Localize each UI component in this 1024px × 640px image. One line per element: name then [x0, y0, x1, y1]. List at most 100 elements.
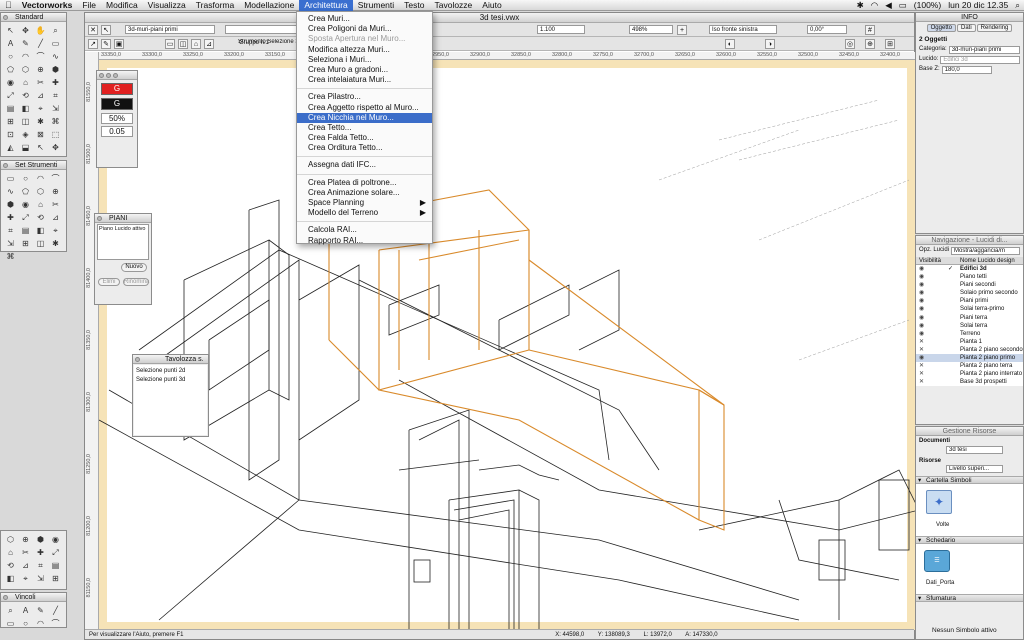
hidden-icon[interactable]: ✕	[919, 346, 924, 354]
layer-row[interactable]: ✕ Base 3d prospetti	[916, 378, 1023, 386]
tool-icon[interactable]: ◠	[20, 51, 31, 62]
tool-icon[interactable]: ▭	[5, 618, 16, 629]
tool-icon[interactable]: ⬠	[20, 186, 31, 197]
tool-icon[interactable]: ⬡	[5, 534, 16, 545]
menu-item[interactable]: Rapporto RAI...	[297, 236, 432, 246]
tool-icon[interactable]: ✂	[20, 547, 31, 558]
rename-button[interactable]: Rinomina	[123, 278, 149, 286]
mode-icon[interactable]: ✎	[101, 39, 111, 49]
tool-icon[interactable]: ▭	[50, 38, 61, 49]
palette-title[interactable]	[97, 71, 137, 80]
tool-icon[interactable]: ✂	[50, 199, 61, 210]
bluetooth-icon[interactable]: ✱	[857, 0, 864, 11]
hidden-icon[interactable]: ✕	[919, 362, 924, 370]
tool-icon[interactable]: ⬢	[35, 534, 46, 545]
menu-item[interactable]: Crea Muro a gradoni...	[297, 65, 432, 75]
tool-icon[interactable]: ⬡	[35, 186, 46, 197]
layer-row[interactable]: ✕ Pianta 2 piano terra	[916, 362, 1023, 370]
tool-icon[interactable]: ⊿	[50, 212, 61, 223]
layer-row[interactable]: ◉ ✓ Edifici 3d	[916, 265, 1023, 273]
tool-icon[interactable]: ◧	[20, 103, 31, 114]
list-item[interactable]: Selezione punti 3d	[136, 376, 205, 385]
menu-item[interactable]: Crea Pilastro...	[297, 92, 432, 102]
lucido-select[interactable]: Edifici 3d	[940, 56, 1020, 64]
tool-icon[interactable]: ⌂	[20, 77, 31, 88]
documenti-select[interactable]: 3d tesi	[946, 446, 1003, 454]
tool-icon[interactable]: ⌖	[20, 573, 31, 584]
eye-icon[interactable]: ◉	[919, 305, 924, 313]
layer-row[interactable]: ◉ Pianta 2 piano primo	[916, 354, 1023, 363]
snap-icon[interactable]: ◎	[845, 39, 855, 49]
eye-icon[interactable]: ◉	[919, 354, 924, 362]
menu-item[interactable]: Seleziona i Muri...	[297, 55, 432, 65]
apple-icon[interactable]: 	[0, 0, 17, 11]
eye-icon[interactable]: ◉	[919, 330, 924, 338]
palette-title[interactable]: Tavolozza s.	[133, 355, 208, 364]
tool-icon[interactable]: ○	[20, 618, 31, 629]
wifi-icon[interactable]: ◠	[871, 0, 878, 11]
col-name[interactable]: Nome Lucido design	[960, 257, 1015, 264]
tool-icon[interactable]: ✚	[5, 212, 16, 223]
menu-item[interactable]: Space Planning ▶	[297, 198, 432, 208]
menu-testo[interactable]: Testo	[399, 0, 429, 11]
tool-icon[interactable]: ⌒	[50, 173, 61, 184]
menu-trasforma[interactable]: Trasforma	[191, 0, 239, 11]
tool-icon[interactable]: ⌗	[5, 225, 16, 236]
arrow-tool-icon[interactable]: ↖	[101, 25, 111, 35]
menu-item[interactable]: Modifica altezza Muri...	[297, 45, 432, 55]
eye-icon[interactable]: ◉	[919, 322, 924, 330]
tool-icon[interactable]: ⤢	[20, 212, 31, 223]
col-visibility[interactable]: Visibilità	[919, 257, 960, 264]
palette-title[interactable]: Gestione Risorse	[916, 427, 1023, 436]
layer-row[interactable]: ◉ Piani secondi	[916, 281, 1023, 289]
tool-icon[interactable]: ⌂	[5, 547, 16, 558]
tool-icon[interactable]: ⌂	[35, 199, 46, 210]
tool-icon[interactable]: ⌗	[35, 560, 46, 571]
tool-icon[interactable]: ✚	[35, 547, 46, 558]
palette-title[interactable]: Navigazione - Lucidi di...	[916, 236, 1023, 245]
tool-icon[interactable]: ⌖	[35, 103, 46, 114]
menu-item[interactable]: Calcola RAI...	[297, 225, 432, 235]
menu-modellazione[interactable]: Modellazione	[239, 0, 299, 11]
menu-architettura[interactable]: Architettura	[299, 0, 353, 11]
tool-icon[interactable]: ◉	[5, 77, 16, 88]
menu-visualizza[interactable]: Visualizza	[143, 0, 191, 11]
menu-item[interactable]: Crea Muri...	[297, 14, 432, 24]
tool-icon[interactable]: ⌗	[50, 90, 61, 101]
tool-icon[interactable]: ⬡	[20, 64, 31, 75]
scale-select[interactable]: 1.100	[537, 25, 585, 34]
layer-row[interactable]: ◉ Piano tetti	[916, 273, 1023, 281]
eye-icon[interactable]: ◉	[919, 265, 924, 273]
layer-row[interactable]: ✕ Pianta 2 piano interrato	[916, 370, 1023, 378]
new-button[interactable]: Nuovo	[121, 263, 147, 272]
tool-icon[interactable]: ⊠	[35, 129, 46, 140]
record-icon[interactable]: ☰	[924, 550, 950, 572]
tool-icon[interactable]: ✎	[20, 38, 31, 49]
section-schedario[interactable]: Schedario	[916, 536, 1023, 544]
tab-dati[interactable]: Dati	[957, 24, 976, 32]
tool-icon[interactable]: ✋	[35, 25, 46, 36]
tool-icon[interactable]: ⊕	[50, 186, 61, 197]
categoria-select[interactable]: 3d-muri-piani primi	[948, 46, 1020, 54]
tool-icon[interactable]: ⟲	[35, 212, 46, 223]
tool-icon[interactable]: ⤢	[5, 90, 16, 101]
menu-item[interactable]: Assegna dati IFC...	[297, 160, 432, 170]
close-icon[interactable]: ✕	[88, 25, 98, 35]
tool-icon[interactable]: ⬢	[50, 64, 61, 75]
mode-icon[interactable]: ◫	[178, 39, 188, 49]
menu-modifica[interactable]: Modifica	[101, 0, 143, 11]
volume-icon[interactable]: ◀	[885, 0, 892, 11]
menu-item[interactable]: Crea Aggetto rispetto al Muro...	[297, 103, 432, 113]
tool-icon[interactable]: ◧	[5, 573, 16, 584]
snap-icon[interactable]: ⊞	[885, 39, 895, 49]
tool-icon[interactable]: ∿	[5, 186, 16, 197]
grid-icon[interactable]: #	[865, 25, 875, 35]
tool-icon[interactable]: ▤	[20, 225, 31, 236]
tool-icon[interactable]: ⊕	[20, 534, 31, 545]
palette-title[interactable]: Standard	[1, 13, 66, 22]
tool-icon[interactable]: A	[20, 605, 31, 616]
tool-icon[interactable]: ▤	[5, 103, 16, 114]
mode-icon[interactable]: ⌂	[191, 39, 201, 49]
mode-icon[interactable]: ▣	[114, 39, 124, 49]
class-select[interactable]: 3d-muri-piani primi	[125, 25, 215, 34]
